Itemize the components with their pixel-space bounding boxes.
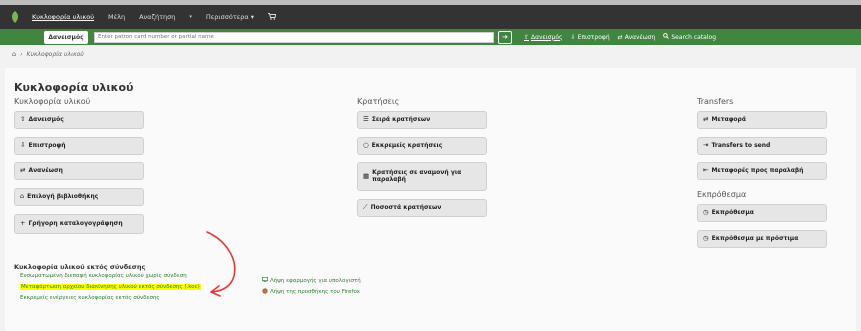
exchange-icon: ⇄: [703, 115, 709, 124]
holds-pending-button[interactable]: ○ Εκκρεμείς κρατήσεις: [357, 137, 487, 155]
tab-checkin[interactable]: ⇩ Επιστροφή: [571, 34, 610, 41]
circle-icon: ○: [363, 141, 369, 150]
set-library-button[interactable]: ⌂ Επιλογή βιβλιοθήκης: [14, 188, 144, 206]
clock-icon: ◷: [703, 208, 709, 217]
nav-more[interactable]: Περισσότερα ▾: [206, 13, 254, 21]
pending-offline-operations-link[interactable]: Εκκρεμείς ενέργειες κυκλοφορίας εκτός σύ…: [20, 295, 160, 301]
firefox-icon: [262, 288, 268, 296]
tab-renew[interactable]: ⇄ Ανανέωση: [618, 34, 656, 41]
retweet-icon: ⇄: [20, 166, 26, 175]
transfers-to-send-button[interactable]: ⇥ Transfers to send: [697, 137, 827, 155]
checkout-button[interactable]: ⇧ Δανεισμός: [14, 111, 144, 129]
overdues-with-fines-button[interactable]: ◷ Εκπρόθεσμα με πρόστιμα: [697, 230, 827, 248]
desktop-icon: [261, 276, 269, 284]
download-icon: ⇩: [20, 141, 26, 150]
holds-column-heading: Κρατήσεις: [357, 97, 400, 106]
holds-queue-button[interactable]: ☰ Σειρά κρατήσεων: [357, 111, 487, 129]
plus-icon: +: [20, 219, 26, 228]
list-icon: ☰: [363, 115, 369, 124]
fast-cataloging-button[interactable]: + Γρήγορη καταλογογράφηση: [14, 214, 144, 234]
submit-arrow-button[interactable]: ➔: [498, 30, 512, 44]
retweet-icon: ⇄: [617, 33, 623, 41]
koha-leaf-icon[interactable]: [10, 11, 22, 23]
overdues-column-heading: Εκπρόθεσμα: [697, 190, 747, 199]
home-icon: ⌂: [20, 192, 25, 201]
upload-icon: ⇧: [524, 33, 530, 41]
nav-patrons[interactable]: Μέλη: [108, 13, 125, 21]
renew-button[interactable]: ⇄ Ανανέωση: [14, 162, 144, 180]
checkin-button[interactable]: ⇩ Επιστροφή: [14, 137, 144, 155]
download-firefox-addon-link[interactable]: Λήψη της προσθήκης του Firefox: [262, 288, 360, 296]
search-icon: [663, 33, 670, 41]
transfers-to-receive-button[interactable]: ⇤ Μεταφορές προς παραλαβή: [697, 162, 827, 180]
page-title: Κυκλοφορία υλικού: [14, 81, 134, 94]
nav-search[interactable]: Αναζήτηση: [139, 13, 175, 21]
tab-checkout[interactable]: ⇧ Δανεισμός: [524, 34, 563, 41]
transfer-button[interactable]: ⇄ Μεταφορά: [697, 111, 827, 129]
transfers-column-heading: Transfers: [697, 97, 734, 106]
sign-in-icon: ⇤: [703, 166, 709, 175]
sign-out-icon: ⇥: [703, 141, 709, 150]
holds-awaiting-pickup-button[interactable]: ▦ Κρατήσεις σε αναμονή για παραλαβή: [357, 162, 487, 191]
cart-icon[interactable]: [268, 12, 277, 22]
search-dropdown-caret[interactable]: ▾: [189, 14, 192, 20]
checkout-search-bar: Δανεισμός ➔ ⇧Δανεισμός ⇩Επιστροφή ⇄Ανανέ…: [0, 29, 861, 45]
calendar-icon: ▦: [363, 171, 370, 180]
tab-search-catalog[interactable]: Search catalog: [663, 33, 716, 41]
checkout-tab-label[interactable]: Δανεισμός: [44, 30, 88, 44]
clock-icon: ◷: [703, 234, 709, 243]
download-icon: ⇩: [570, 33, 576, 41]
breadcrumb: ⌂ › Κυκλοφορία υλικού: [12, 50, 84, 58]
line-chart-icon: ⟋: [363, 203, 368, 212]
overdues-button[interactable]: ◷ Εκπρόθεσμα: [697, 204, 827, 222]
offline-circulation-heading: Κυκλοφορία υλικού εκτός σύνδεσης: [14, 263, 146, 271]
home-icon[interactable]: ⌂: [12, 50, 16, 58]
holds-ratios-button[interactable]: ⟋ Ποσοστά κρατήσεων: [357, 199, 487, 217]
circulation-column-heading: Κυκλοφορία υλικού: [14, 97, 91, 106]
patron-search-input[interactable]: [94, 31, 494, 43]
breadcrumb-current: Κυκλοφορία υλικού: [26, 50, 84, 58]
nav-circulation[interactable]: Κυκλοφορία υλικού: [32, 13, 94, 21]
offline-builtin-interface-link[interactable]: Ενσωματωμένη διεπαφή κυκλοφορίας υλικού …: [20, 273, 187, 279]
download-desktop-app-link[interactable]: Λήψη εφαρμογής για υπολογιστή: [261, 276, 361, 284]
top-navbar: Κυκλοφορία υλικού Μέλη Αναζήτηση ▾ Περισ…: [0, 5, 861, 29]
upload-icon: ⇧: [20, 115, 26, 124]
breadcrumb-separator: ›: [20, 50, 23, 58]
upload-offline-file-link[interactable]: Μεταφόρτωση αρχείου διακίνησης υλικού εκ…: [20, 284, 201, 290]
